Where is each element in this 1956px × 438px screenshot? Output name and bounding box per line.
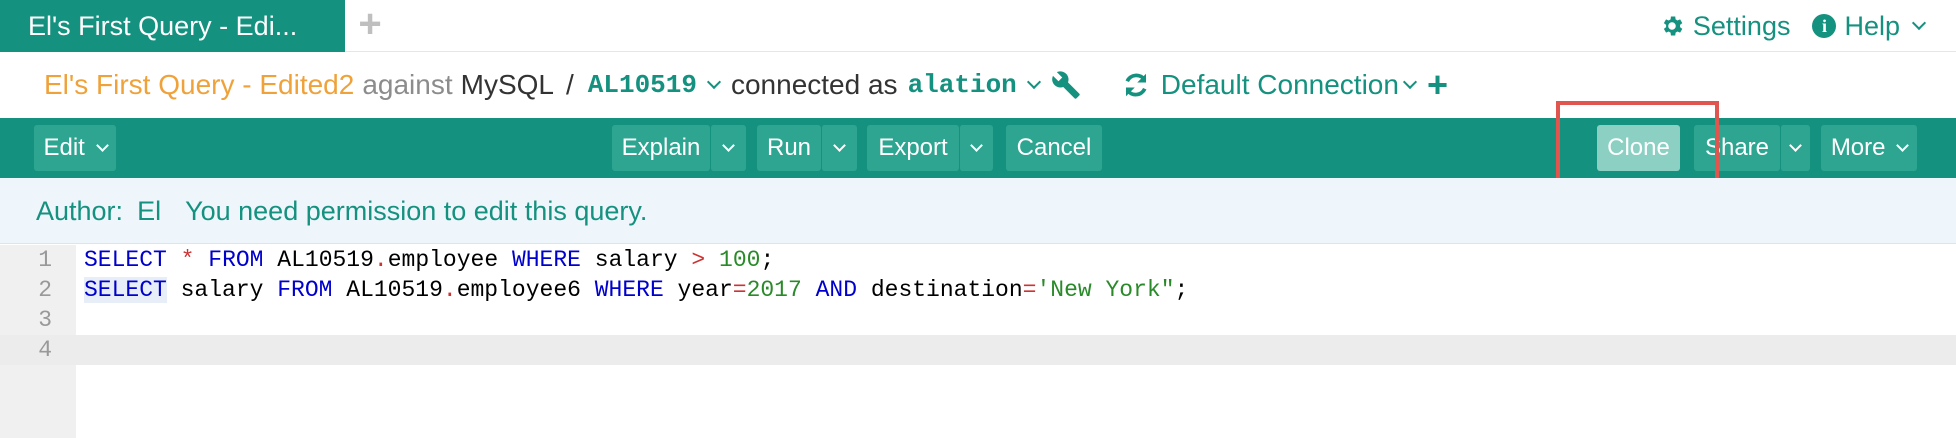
cancel-button[interactable]: Cancel bbox=[1006, 125, 1102, 171]
code-text: SELECT * FROM AL10519.employee WHERE sal… bbox=[84, 247, 775, 273]
permission-message: You need permission to edit this query. bbox=[185, 196, 648, 226]
chevron-down-icon bbox=[833, 139, 846, 152]
code-text: SELECT salary FROM AL10519.employee6 WHE… bbox=[84, 277, 1189, 303]
run-button-label: Run bbox=[766, 134, 812, 161]
gear-icon bbox=[1663, 16, 1683, 36]
settings-link[interactable]: Settings bbox=[1659, 10, 1791, 42]
export-button[interactable]: Export bbox=[867, 125, 959, 171]
author-name: El bbox=[137, 196, 162, 226]
query-context: El's First Query - Edited2 against MySQL… bbox=[44, 60, 1448, 110]
user-selector[interactable]: alation bbox=[908, 70, 1017, 100]
line-number: 1 bbox=[38, 247, 52, 273]
chevron-down-icon bbox=[1789, 139, 1802, 152]
editor-line-active[interactable]: 4 bbox=[0, 335, 1956, 365]
line-number: 2 bbox=[38, 277, 52, 303]
connected-as-label: connected as bbox=[730, 69, 898, 100]
chevron-down-icon bbox=[1896, 139, 1910, 152]
line-number: 3 bbox=[38, 307, 52, 333]
help-dropdown[interactable]: i Help bbox=[1812, 11, 1928, 42]
edit-button-label: Edit bbox=[43, 134, 85, 161]
help-label: Help bbox=[1844, 10, 1900, 41]
tab-query[interactable]: El's First Query - Edi... bbox=[0, 0, 345, 52]
schema-chevron-down-icon[interactable] bbox=[706, 74, 722, 90]
export-dropdown-toggle[interactable] bbox=[959, 125, 993, 171]
add-connection-plus-icon[interactable]: + bbox=[1427, 67, 1448, 103]
against-label: against bbox=[362, 69, 453, 100]
wrench-icon[interactable] bbox=[1051, 70, 1081, 100]
more-button[interactable]: More bbox=[1821, 125, 1917, 171]
separator-slash: / bbox=[565, 69, 574, 100]
new-tab-plus-icon[interactable]: + bbox=[352, 4, 388, 44]
editor-line[interactable]: 1 SELECT * FROM AL10519.employee WHERE s… bbox=[0, 245, 1956, 275]
tab-query-label: El's First Query - Edi... bbox=[28, 11, 298, 41]
editor-line[interactable]: 3 bbox=[0, 305, 1956, 335]
tab-bar: El's First Query - Edi... + Settings i H… bbox=[0, 0, 1956, 52]
line-number: 4 bbox=[38, 337, 52, 363]
share-dropdown-toggle[interactable] bbox=[1780, 125, 1810, 171]
run-dropdown-toggle[interactable] bbox=[821, 125, 857, 171]
permission-banner: Author: El You need permission to edit thi… bbox=[0, 178, 1956, 244]
edit-button[interactable]: Edit bbox=[34, 125, 116, 171]
sql-editor[interactable]: 1 SELECT * FROM AL10519.employee WHERE s… bbox=[0, 245, 1956, 438]
run-button[interactable]: Run bbox=[757, 125, 821, 171]
database-type: MySQL bbox=[460, 69, 554, 100]
explain-button[interactable]: Explain bbox=[612, 125, 710, 171]
refresh-icon[interactable] bbox=[1121, 70, 1151, 100]
connection-chevron-down-icon[interactable] bbox=[1402, 74, 1418, 90]
more-button-label: More bbox=[1830, 134, 1886, 161]
chevron-down-icon bbox=[970, 139, 983, 152]
user-chevron-down-icon[interactable] bbox=[1026, 74, 1041, 90]
cancel-button-label: Cancel bbox=[1016, 134, 1092, 161]
explain-dropdown-toggle[interactable] bbox=[710, 125, 746, 171]
export-button-label: Export bbox=[878, 134, 948, 161]
top-nav: Settings i Help bbox=[1659, 0, 1928, 52]
info-icon: i bbox=[1812, 14, 1837, 38]
chevron-down-icon bbox=[722, 139, 735, 152]
chevron-down-icon bbox=[1911, 15, 1927, 31]
settings-label: Settings bbox=[1692, 10, 1791, 41]
schema-selector[interactable]: AL10519 bbox=[588, 70, 697, 100]
connection-selector[interactable]: Default Connection bbox=[1161, 69, 1399, 101]
author-label: Author: bbox=[36, 196, 124, 226]
chevron-down-icon bbox=[95, 139, 109, 152]
query-name: El's First Query - Edited2 bbox=[44, 69, 355, 100]
editor-line[interactable]: 2 SELECT salary FROM AL10519.employee6 W… bbox=[0, 275, 1956, 305]
explain-button-label: Explain bbox=[621, 134, 701, 161]
